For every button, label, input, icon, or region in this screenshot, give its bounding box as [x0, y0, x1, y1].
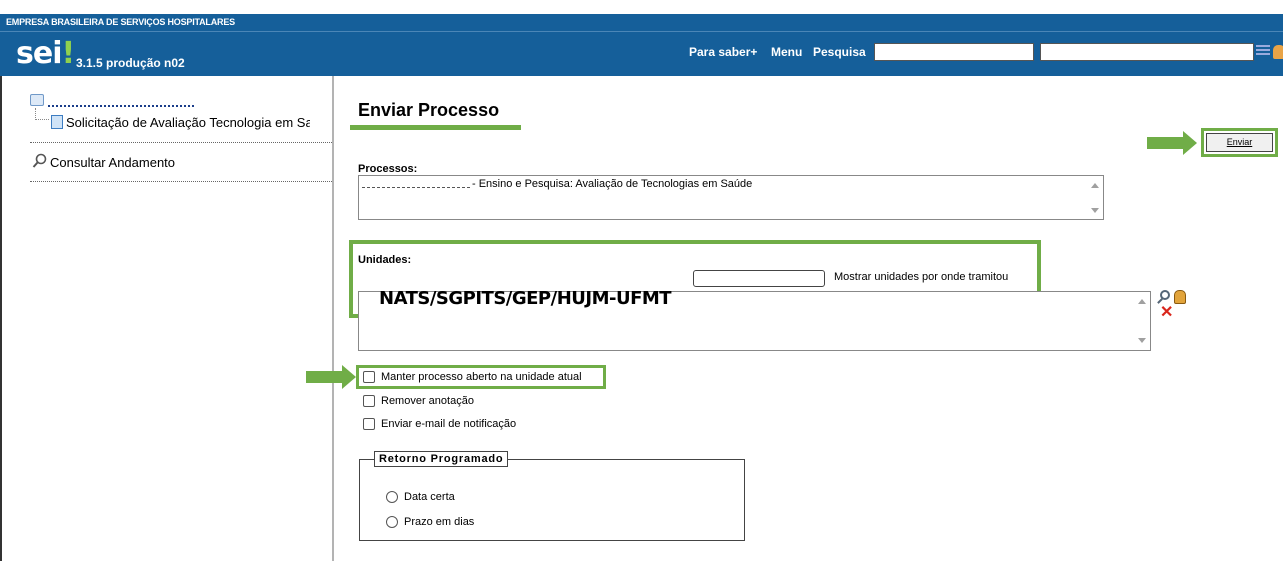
- email-label[interactable]: Enviar e-mail de notificação: [381, 418, 516, 430]
- scroll-up-icon[interactable]: [1138, 299, 1146, 304]
- manter-label[interactable]: Manter processo aberto na unidade atual: [381, 371, 582, 383]
- remove-unit-icon[interactable]: ✕: [1160, 305, 1173, 321]
- email-checkbox[interactable]: [363, 418, 375, 430]
- data-certa-label[interactable]: Data certa: [404, 491, 455, 503]
- logo-mark: !: [61, 36, 76, 71]
- retorno-legend: Retorno Programado: [374, 451, 509, 467]
- title-highlight: [350, 125, 521, 130]
- document-icon[interactable]: [51, 115, 63, 129]
- remover-label[interactable]: Remover anotação: [381, 395, 474, 407]
- remover-checkbox[interactable]: [363, 395, 375, 407]
- search-input[interactable]: [874, 43, 1034, 61]
- nav-pesquisa[interactable]: Pesquisa: [813, 45, 866, 59]
- top-strip: [0, 0, 1283, 14]
- document-link[interactable]: Solicitação de Avaliação Tecnologia em S…: [66, 115, 310, 130]
- prazo-label[interactable]: Prazo em dias: [404, 516, 474, 528]
- scroll-down-icon[interactable]: [1091, 208, 1099, 213]
- page-title: Enviar Processo: [358, 100, 500, 120]
- prazo-radio[interactable]: [386, 516, 398, 528]
- sidebar-divider-line: [30, 181, 332, 182]
- process-number-redacted: [362, 179, 470, 188]
- process-number-link[interactable]: [48, 101, 194, 107]
- tree-connector: [35, 108, 49, 120]
- unidades-scrollbar[interactable]: [1135, 293, 1150, 349]
- sei-logo[interactable]: sei!: [16, 36, 76, 71]
- sidebar: [0, 76, 332, 561]
- unidades-input[interactable]: [693, 270, 825, 287]
- process-icon[interactable]: [30, 94, 44, 106]
- enviar-button[interactable]: Enviar: [1206, 133, 1273, 152]
- logo-text: sei: [16, 36, 62, 71]
- manter-checkbox[interactable]: [363, 371, 375, 383]
- nav-para-saber[interactable]: Para saber+: [689, 45, 757, 59]
- arrow-indicator: [1147, 131, 1197, 155]
- arrow-indicator: [306, 365, 356, 389]
- version-label: 3.1.5 produção n02: [76, 56, 185, 70]
- nav-menu[interactable]: Menu: [771, 45, 802, 59]
- user-icon[interactable]: [1273, 45, 1283, 59]
- sidebar-divider-line: [30, 142, 332, 143]
- scroll-down-icon[interactable]: [1138, 338, 1146, 343]
- unidades-label: Unidades:: [358, 254, 412, 266]
- scroll-up-icon[interactable]: [1091, 183, 1099, 188]
- sidebar-divider[interactable]: [332, 76, 334, 561]
- select-units-icon[interactable]: [1174, 290, 1186, 304]
- processos-value: - Ensino e Pesquisa: Avaliação de Tecnol…: [472, 178, 753, 190]
- magnifier-icon[interactable]: [32, 153, 48, 169]
- unit-code: NATS/SGPITS/GEP/HUJM-UFMT: [379, 288, 672, 309]
- data-certa-radio[interactable]: [386, 491, 398, 503]
- org-name: EMPRESA BRASILEIRA DE SERVIÇOS HOSPITALA…: [6, 17, 235, 27]
- consultar-andamento-link[interactable]: Consultar Andamento: [50, 155, 175, 170]
- grid-menu-icon[interactable]: [1256, 45, 1270, 59]
- mostrar-unidades-link[interactable]: Mostrar unidades por onde tramitou: [834, 271, 1008, 283]
- processos-label: Processos:: [358, 163, 418, 175]
- processos-scrollbar[interactable]: [1088, 177, 1103, 218]
- search-unit-icon[interactable]: [1160, 290, 1170, 300]
- unit-select[interactable]: [1040, 43, 1254, 61]
